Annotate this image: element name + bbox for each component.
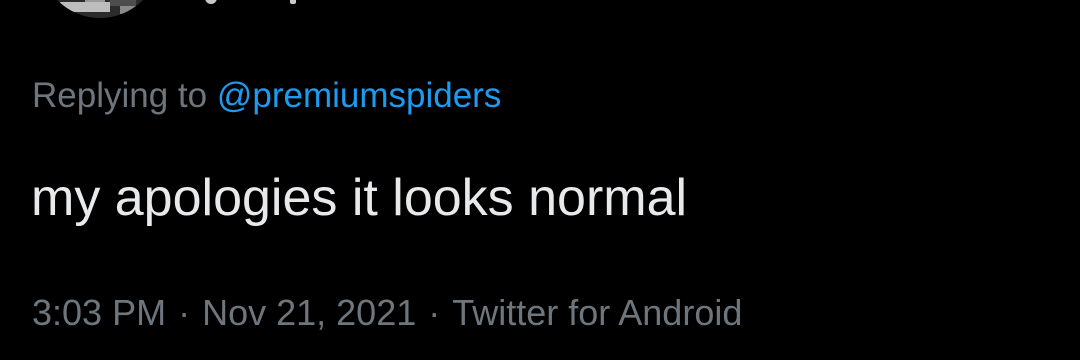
metadata-separator: · <box>178 292 191 333</box>
replying-to-line: Replying to @premiumspiders <box>32 76 501 116</box>
tweet-text: my apologies it looks normal <box>31 169 688 227</box>
tweet-metadata: 3:03 PM · Nov 21, 2021 · Twitter for Android <box>32 292 742 334</box>
avatar[interactable] <box>40 0 160 18</box>
replying-to-label: Replying to <box>32 76 208 115</box>
tweet-date[interactable]: Nov 21, 2021 <box>202 292 416 333</box>
reply-handle-link[interactable]: @premiumspiders <box>217 76 502 115</box>
tweet-time[interactable]: 3:03 PM <box>32 292 166 333</box>
header-name-fragment <box>205 0 217 4</box>
tweet-source: Twitter for Android <box>452 292 743 333</box>
header-handle-fragment <box>290 0 296 4</box>
metadata-separator: · <box>428 292 441 333</box>
